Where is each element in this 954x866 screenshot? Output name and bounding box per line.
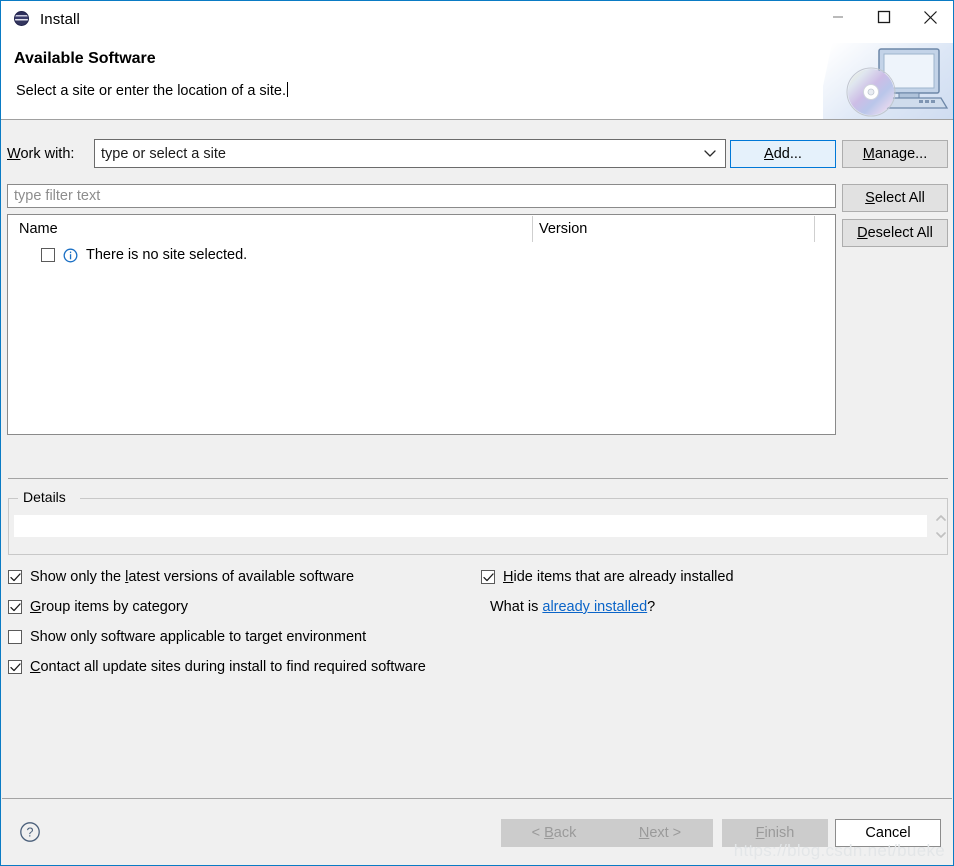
finish-button-label: Finish [755,825,795,841]
column-header-version[interactable]: Version [539,221,587,237]
option-label: Show only the latest versions of availab… [30,569,355,585]
option-label: Hide items that are already installed [503,569,734,585]
footer-divider [2,798,952,799]
info-icon [63,248,78,263]
manage-button-label: Manage... [862,146,928,162]
install-dialog: Install Available Software Select a site… [0,0,954,866]
details-group: Details [8,489,948,555]
whatis-prefix: What is [490,599,543,615]
svg-text:?: ? [27,826,34,840]
window-title: Install [40,10,80,28]
available-software-table[interactable]: Name Version There is no site selected. [7,214,836,435]
help-icon[interactable]: ? [19,821,41,843]
option-hide-installed-items[interactable]: Hide items that are already installed [481,569,734,585]
next-button-label: Next > [638,825,682,841]
option-group-by-category[interactable]: Group items by category [8,599,188,615]
section-divider [8,478,948,479]
column-divider[interactable] [532,216,533,242]
select-all-button[interactable]: Select All [842,184,948,212]
cancel-button[interactable]: Cancel [835,819,941,847]
eclipse-sphere-icon [13,10,31,28]
back-button-label: < Back [531,825,577,841]
page-subtitle: Select a site or enter the location of a… [16,82,289,99]
deselect-all-button-label: Deselect All [857,225,933,241]
option-label: Show only software applicable to target … [30,629,367,645]
window-controls [815,1,953,37]
page-subtitle-text: Select a site or enter the location of a… [16,83,287,99]
chevron-down-icon [703,145,717,163]
filter-placeholder: type filter text [14,188,101,204]
option-label: Contact all update sites during install … [30,659,426,675]
computer-with-cd-icon [823,37,953,119]
updown-arrows-icon[interactable] [934,514,948,539]
cancel-button-label: Cancel [865,825,911,841]
page-title: Available Software [14,50,156,67]
text-caret [287,82,289,97]
row-checkbox[interactable] [41,248,55,262]
finish-button[interactable]: Finish [722,819,828,847]
deselect-all-button[interactable]: Deselect All [842,219,948,247]
option-show-applicable-software[interactable]: Show only software applicable to target … [8,629,366,645]
column-divider[interactable] [814,216,815,242]
back-button[interactable]: < Back [501,819,607,847]
add-button[interactable]: Add... [730,140,836,168]
dialog-header: Available Software Select a site or ente… [1,37,953,120]
checkbox[interactable] [481,570,495,584]
table-row[interactable]: There is no site selected. [8,243,247,267]
add-button-label: Add... [764,146,802,162]
title-bar: Install [1,1,953,37]
select-all-button-label: Select All [865,190,925,206]
checkbox[interactable] [8,660,22,674]
option-contact-all-update-sites[interactable]: Contact all update sites during install … [8,659,426,675]
maximize-icon[interactable] [861,1,907,33]
filter-input[interactable]: type filter text [7,184,836,208]
checkbox[interactable] [8,630,22,644]
details-text[interactable] [14,515,927,537]
close-icon[interactable] [907,1,953,33]
what-is-already-installed: What is already installed? [490,599,655,615]
column-header-name[interactable]: Name [19,221,58,237]
manage-button[interactable]: Manage... [842,140,948,168]
already-installed-link[interactable]: already installed [542,599,647,615]
option-show-latest-versions[interactable]: Show only the latest versions of availab… [8,569,354,585]
next-button[interactable]: Next > [607,819,713,847]
whatis-suffix: ? [647,599,656,615]
table-row-name: There is no site selected. [86,247,248,263]
work-with-combo[interactable]: type or select a site [94,139,726,168]
minimize-icon[interactable] [815,1,861,33]
checkbox[interactable] [8,570,22,584]
option-label: Group items by category [30,599,188,615]
checkbox[interactable] [8,600,22,614]
work-with-combo-value: type or select a site [101,145,226,162]
table-header: Name Version [8,215,835,242]
details-legend: Details [20,489,69,505]
work-with-label: Work with: [7,146,75,162]
